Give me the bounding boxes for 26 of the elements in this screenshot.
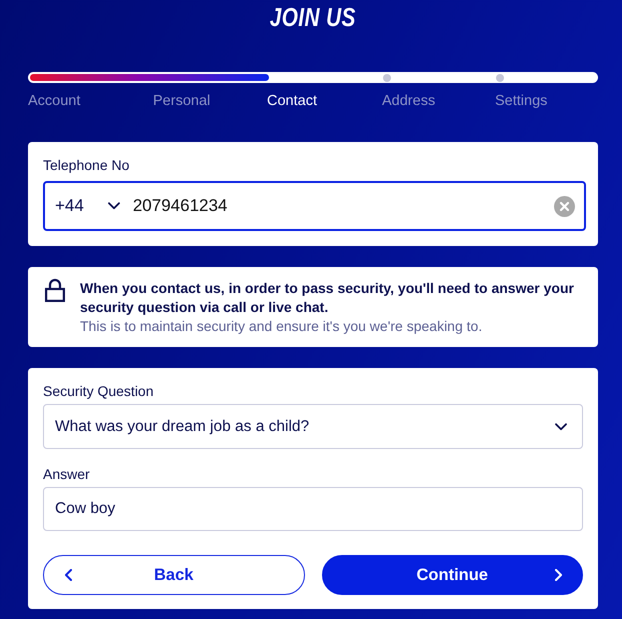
field-label: Telephone No (43, 156, 130, 174)
notice-heading: When you contact us, in order to pass security, you'll need to answer your security question via call or live chat. (80, 279, 575, 317)
phone-number: 2079461234 (132, 196, 228, 216)
step-label: Personal (153, 93, 210, 109)
security-question-select[interactable]: What was your dream job as a child? (43, 404, 583, 449)
step-dot-icon (383, 74, 391, 82)
chevron-down-icon (555, 422, 567, 430)
step-label: Contact (267, 93, 317, 109)
step-dot-icon (496, 74, 504, 82)
page-title: JOIN US (270, 3, 356, 33)
telephone-field[interactable]: +44 2079461234 (43, 181, 586, 231)
continue-button[interactable]: Continue (322, 555, 583, 595)
chevron-left-icon (64, 569, 72, 581)
notice-text: This is to maintain security and ensure it's you we're speaking to. (80, 317, 484, 336)
answer-field[interactable]: Cow boy (43, 487, 583, 531)
step-label: Address (382, 93, 436, 109)
country-code-dropdown[interactable]: +44 (55, 196, 120, 216)
step-label: Account (28, 93, 80, 109)
back-button[interactable]: Back (43, 555, 304, 595)
step-label: Settings (495, 93, 548, 109)
lock-icon (45, 278, 65, 302)
chevron-right-icon (554, 569, 562, 581)
field-label: Security Question (43, 382, 154, 400)
chevron-down-icon (108, 202, 120, 210)
field-label: Answer (43, 465, 90, 483)
clear-icon[interactable] (554, 196, 575, 216)
